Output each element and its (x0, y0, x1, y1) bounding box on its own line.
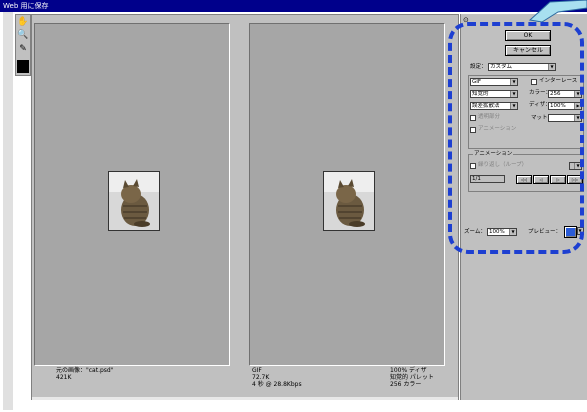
optimized-palette: 知覚的 パレット (390, 374, 434, 381)
eyedropper-icon[interactable]: ✎ (17, 43, 29, 55)
optimized-pane (249, 23, 445, 366)
original-image (108, 171, 160, 231)
optimized-format: GIF (252, 367, 262, 374)
original-format: 元の画像："cat.psd" (56, 367, 114, 374)
color-swatch[interactable] (17, 60, 29, 73)
optimized-image (323, 171, 375, 231)
tool-palette: ✋ 🔍 ✎ (15, 14, 31, 76)
cat-image (324, 172, 374, 230)
original-size: 421K (56, 374, 72, 381)
original-pane (34, 23, 230, 366)
window-title: Web 用に保存 (3, 2, 49, 10)
hand-icon[interactable]: ✋ (17, 16, 29, 28)
highlight-outline (448, 22, 584, 254)
optimized-dither: 100% ディザ (390, 367, 427, 374)
optimized-download-time: 4 秒 @ 28.8Kbps (252, 381, 302, 388)
zoom-icon[interactable]: 🔍 (17, 29, 29, 41)
optimized-colors: 256 カラー (390, 381, 422, 388)
callout-arrow (528, 0, 587, 22)
left-scrollbar[interactable] (3, 12, 13, 410)
optimized-info-right: 100% ディザ 知覚的 パレット 256 カラー (390, 367, 454, 395)
status-bar (32, 397, 458, 400)
cat-image (109, 172, 159, 230)
optimized-size: 72.7K (252, 374, 270, 381)
optimized-info-left: GIF 72.7K 4 秒 @ 28.8Kbps (252, 367, 332, 395)
preview-area: 元の画像："cat.psd" 421K GIF 72.7K 4 秒 @ 28.8… (31, 14, 459, 400)
original-info: 元の画像："cat.psd" 421K (56, 367, 226, 395)
title-bar: Web 用に保存 (0, 0, 587, 12)
